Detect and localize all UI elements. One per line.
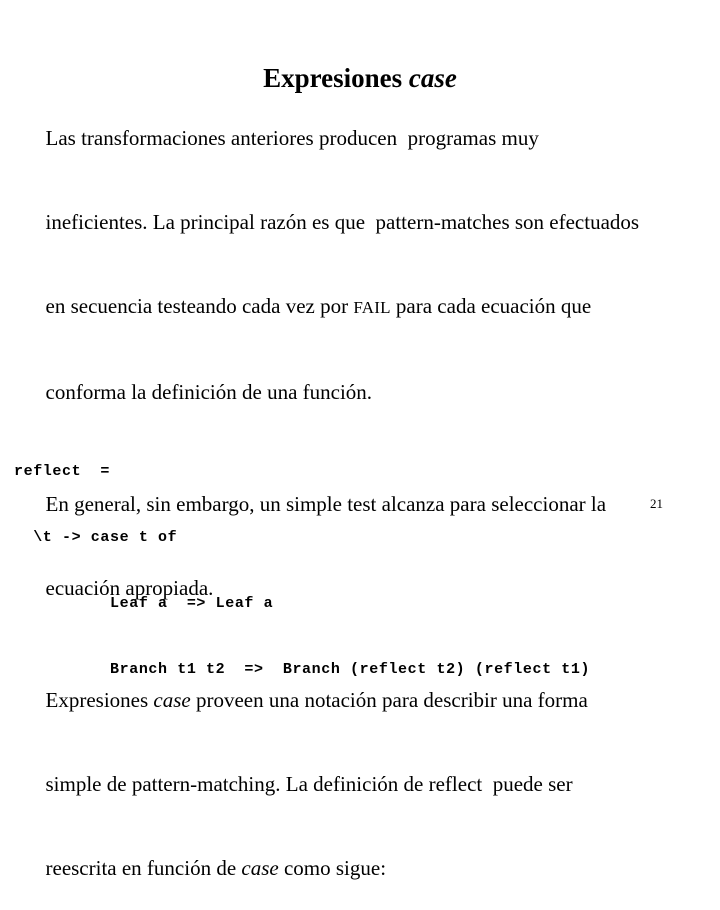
- code-block: reflect = \t -> case t of Leaf a => Leaf…: [14, 417, 590, 725]
- code-line: Leaf a => Leaf a: [14, 595, 274, 612]
- text-run: simple de pattern-matching. La definició…: [45, 772, 573, 796]
- paragraph-intro: Las transformaciones anteriores producen…: [14, 96, 706, 434]
- code-line: \t -> case t of: [14, 529, 178, 546]
- page-title: Expresiones case: [0, 62, 720, 94]
- text-run: para cada ecuación que: [390, 294, 592, 318]
- text-run-italic: case: [241, 856, 279, 880]
- code-line: reflect =: [14, 463, 111, 480]
- text-run: como sigue:: [278, 856, 387, 880]
- text-run: conforma la definición de una función.: [45, 380, 373, 404]
- page-title-italic: case: [408, 63, 457, 94]
- text-run: ineficientes. La principal razón es que …: [45, 210, 640, 234]
- text-run: Las transformaciones anteriores producen…: [45, 126, 539, 150]
- text-run: en secuencia testeando cada vez por: [45, 294, 354, 318]
- page-number: 21: [650, 496, 663, 511]
- page-title-plain: Expresiones: [263, 63, 409, 94]
- text-run-fail: FAIL: [353, 298, 391, 317]
- text-run: reescrita en función de: [45, 856, 242, 880]
- code-line: Branch t1 t2 => Branch (reflect t2) (ref…: [14, 661, 591, 678]
- slide-canvas: Expresiones case Las transformaciones an…: [0, 0, 720, 880]
